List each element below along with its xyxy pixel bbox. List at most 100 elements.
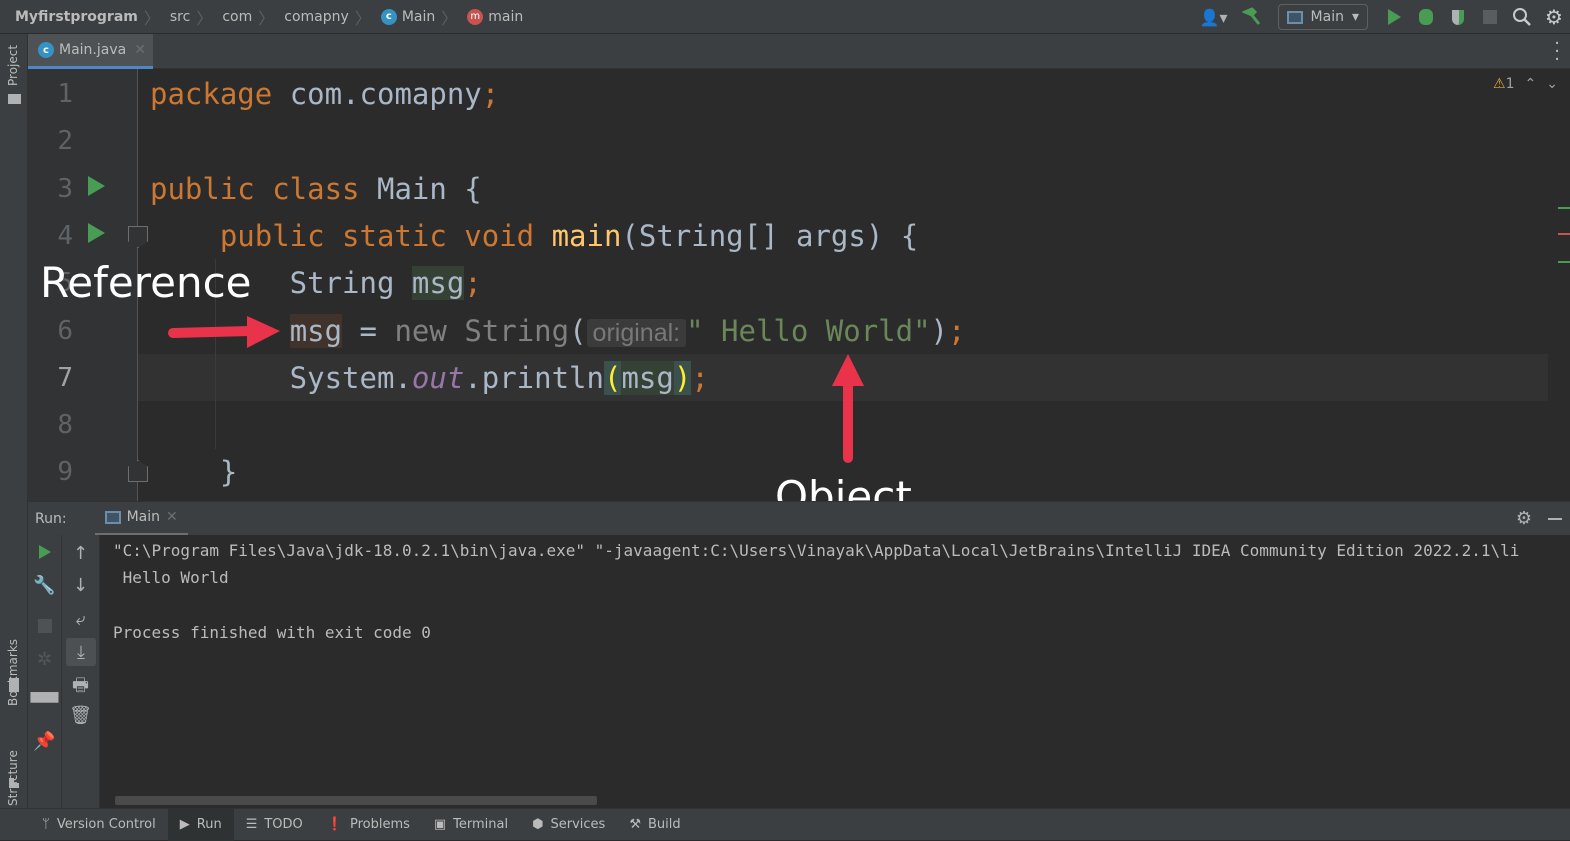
editor-tab-bar: c Main.java ✕ · · · <box>28 34 1570 69</box>
line-number: 3 <box>57 173 73 204</box>
services-label: Services <box>550 817 606 832</box>
code-token: = <box>342 313 395 348</box>
version-control-label: Version Control <box>56 817 156 832</box>
code-token: ) <box>930 313 949 348</box>
inspection-widget[interactable]: ⚠1 ⌃ ⌄ <box>1493 76 1558 92</box>
window-icon <box>1286 10 1303 24</box>
search-icon[interactable] <box>1506 0 1538 34</box>
project-tool-button[interactable]: Project <box>6 45 20 86</box>
code-line: package com.comapny; <box>150 71 499 118</box>
play-icon: ▶ <box>179 817 190 832</box>
run-button[interactable]: ▶ Run <box>167 808 234 841</box>
todo-label: TODO <box>264 817 303 832</box>
hammer-icon: ⚒ <box>629 817 641 832</box>
code-line: public static void main(String[] args) { <box>150 213 918 260</box>
code-token: package <box>150 77 290 111</box>
modify-config-wrench-icon[interactable]: 🔧 <box>28 575 61 596</box>
code-token: ( <box>569 313 587 348</box>
problems-button[interactable]: ❗ Problems <box>315 809 422 841</box>
code-token: new <box>394 313 465 348</box>
code-line: } <box>150 449 237 496</box>
code-editor[interactable]: 123456789 package com.comapny; public cla… <box>28 69 1570 501</box>
code-token: ; <box>948 313 966 348</box>
clear-trash-icon[interactable]: 🗑 <box>62 705 99 726</box>
close-tab-icon[interactable]: ✕ <box>134 42 146 58</box>
settings-gear-icon[interactable]: ⚙ <box>1538 0 1570 34</box>
code-token: ; <box>464 266 482 301</box>
dropdown-icon: ▾ <box>1351 9 1359 25</box>
user-icon[interactable]: 👤▾ <box>1192 0 1236 34</box>
code-token: Main { <box>376 171 482 206</box>
code-line: System.out.println(msg); <box>150 355 709 402</box>
code-token: System. <box>150 360 412 395</box>
layout-icon[interactable]: ▀▀ <box>28 693 61 714</box>
build-button[interactable]: ⚒ Build <box>617 809 692 841</box>
run-label: Run <box>196 817 222 832</box>
breadcrumb-com[interactable]: com <box>218 9 252 25</box>
tab-main-java[interactable]: c Main.java ✕ <box>28 34 153 69</box>
stop-icon[interactable] <box>1474 0 1506 34</box>
hide-panel-icon[interactable] <box>1548 517 1562 520</box>
run-config-label: Main <box>1310 9 1344 25</box>
horizontal-scrollbar[interactable] <box>115 796 597 805</box>
line-number: 7 <box>57 362 73 393</box>
pin-icon[interactable]: 📌 <box>28 731 61 752</box>
more-options-icon[interactable]: · · · <box>1554 35 1560 69</box>
down-arrow-icon[interactable]: ↓ <box>62 575 99 596</box>
version-control-button[interactable]: ᛘ Version Control <box>30 809 168 841</box>
object-arrow <box>832 354 864 463</box>
run-label: Run: <box>35 510 67 527</box>
rerun-icon[interactable] <box>28 545 61 559</box>
tab-label: Main.java <box>59 42 127 58</box>
line-number: 8 <box>57 410 73 441</box>
console-line: Hello World <box>113 568 229 587</box>
folder-icon <box>8 94 21 104</box>
breadcrumb-project[interactable]: Myfirstprogram <box>0 9 138 25</box>
close-run-tab-icon[interactable]: ✕ <box>166 509 178 525</box>
warning-count: 1 <box>1505 76 1515 92</box>
run-class-gutter-icon[interactable] <box>88 176 105 196</box>
code-token: ; <box>481 77 500 111</box>
breadcrumb-class[interactable]: c Main <box>377 8 435 25</box>
build-hammer-icon[interactable] <box>1236 0 1268 34</box>
terminal-button[interactable]: ▣ Terminal <box>422 809 520 841</box>
run-tab-main[interactable]: Main ✕ <box>94 502 188 536</box>
line-number: 6 <box>57 315 73 346</box>
breadcrumb-src[interactable]: src <box>166 9 190 25</box>
code-token: msg <box>289 313 343 348</box>
run-config-selector[interactable]: Main ▾ <box>1277 4 1368 30</box>
problems-label: Problems <box>349 817 410 832</box>
run-icon[interactable] <box>1378 0 1410 34</box>
run-toolbar: 🔧 ✲ ▀▀ 📌 <box>28 535 62 808</box>
editor-scrollbar[interactable] <box>1556 69 1570 501</box>
breadcrumb-method[interactable]: m main <box>463 8 523 25</box>
method-icon: m <box>467 8 484 25</box>
scroll-to-end-icon[interactable]: ⤓ <box>66 638 96 666</box>
run-settings-gear-icon[interactable]: ⚙ <box>1516 508 1532 529</box>
code-token: " Hello World" <box>686 313 931 348</box>
console-output[interactable]: "C:\Program Files\Java\jdk-18.0.2.1\bin\… <box>100 535 1570 808</box>
code-line: public class Main { <box>150 166 482 213</box>
code-token: .println <box>464 360 604 395</box>
bookmarks-tool-button[interactable]: Bookmarks <box>6 639 20 706</box>
breadcrumb-comapny[interactable]: comapny <box>280 9 349 25</box>
print-icon[interactable]: 🖶 <box>62 673 99 703</box>
stop-icon[interactable] <box>28 619 61 633</box>
debug-icon[interactable] <box>1410 0 1442 34</box>
code-token: String <box>464 313 570 348</box>
list-icon: ☰ <box>245 817 258 832</box>
build-label: Build <box>647 817 681 832</box>
run-main-gutter-icon[interactable] <box>88 223 105 243</box>
up-arrow-icon[interactable]: ↑ <box>62 543 99 564</box>
previous-highlight-icon[interactable]: ⌃ <box>1525 76 1537 92</box>
services-button[interactable]: ⬢ Services <box>520 809 617 841</box>
soft-wrap-icon[interactable]: ⤶ <box>62 609 99 630</box>
window-icon <box>104 510 121 524</box>
navigation-bar: Myfirstprogram 〉 src 〉 com 〉 comapny 〉 c Main… <box>0 0 1570 34</box>
line-number: 2 <box>57 126 73 157</box>
console-toolbar: ↑ ↓ ⤶ ⤓ 🖶 🗑 <box>62 535 100 808</box>
code-token: ) <box>673 360 692 395</box>
todo-button[interactable]: ☰ TODO <box>234 809 315 841</box>
debug-disabled-icon: ✲ <box>36 649 53 670</box>
coverage-icon[interactable] <box>1442 0 1474 34</box>
